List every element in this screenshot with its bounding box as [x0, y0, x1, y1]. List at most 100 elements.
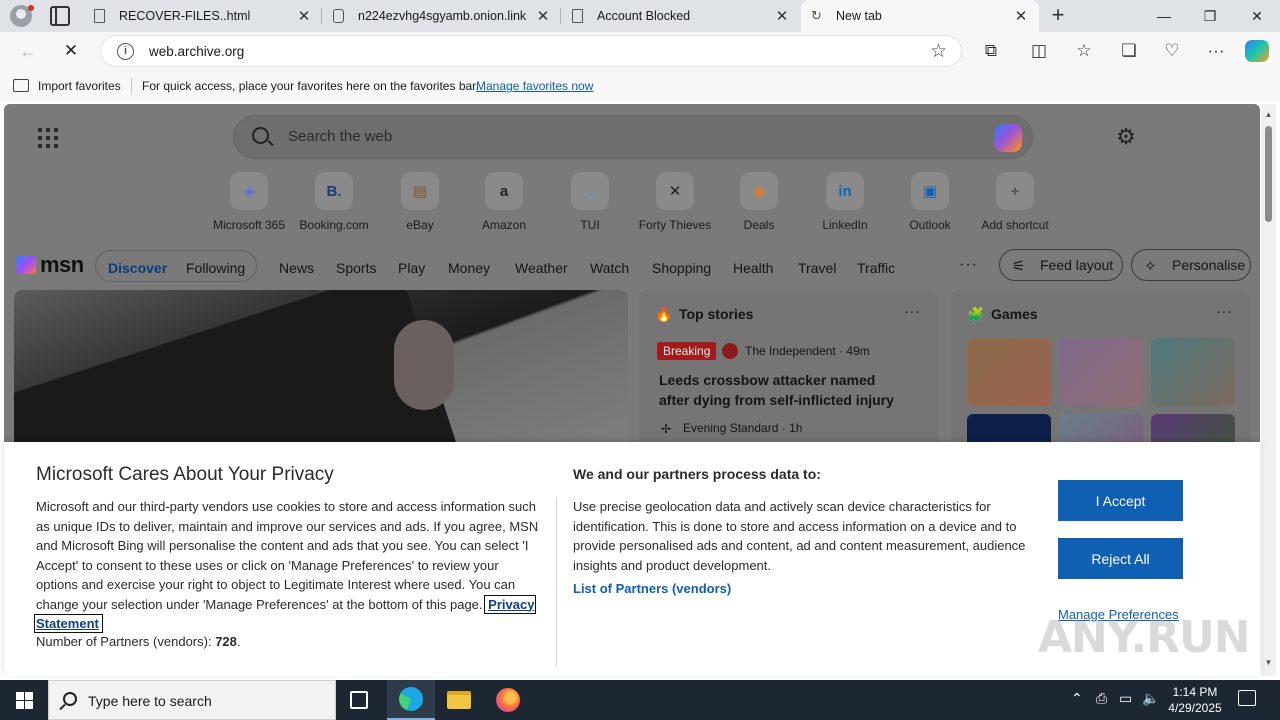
game-thumbnail[interactable]	[1059, 338, 1143, 406]
chevron-up-icon[interactable]: ⌃	[1071, 690, 1083, 707]
back-arrow-icon[interactable]: ←	[17, 40, 39, 62]
nav-item-health[interactable]: Health	[733, 260, 773, 276]
nav-item-travel[interactable]: Travel	[798, 260, 836, 276]
game-thumbnail[interactable]	[1151, 338, 1235, 406]
shortcut-tile[interactable]: ▣ Outlook	[885, 172, 975, 232]
task-view-icon[interactable]	[350, 691, 368, 709]
network-icon[interactable]: ▭	[1119, 690, 1132, 707]
puzzle-icon: 🧩	[967, 306, 985, 322]
shortcut-tile[interactable]: ✕ Forty Thieves	[630, 172, 720, 232]
browser-essentials-icon[interactable]: ♡	[1161, 40, 1183, 62]
network-device-icon[interactable]: ⎙	[1096, 690, 1107, 707]
shortcut-tile[interactable]: ◈ Microsoft 365	[204, 172, 294, 232]
more-icon[interactable]: ···	[904, 303, 921, 319]
collections-icon[interactable]: ❏	[1118, 40, 1140, 62]
app-launcher-icon[interactable]	[38, 128, 58, 148]
page-scrollbar[interactable]: ▲ ▼	[1261, 104, 1276, 676]
taskbar-search-box[interactable]: Type here to search	[48, 680, 336, 720]
scroll-thumb[interactable]	[1265, 126, 1272, 222]
nav-item-sports[interactable]: Sports	[336, 260, 376, 276]
shortcut-tile[interactable]: ◡ TUI	[545, 172, 635, 232]
search-input[interactable]	[288, 128, 888, 145]
url-text[interactable]: web.archive.org	[149, 44, 244, 59]
shortcut-tile[interactable]: + Add shortcut	[970, 172, 1060, 232]
gear-icon[interactable]: ⚙	[1115, 126, 1137, 148]
shortcut-icon: a	[485, 172, 523, 210]
shortcut-label: Forty Thieves	[638, 218, 712, 232]
copilot-icon[interactable]	[994, 124, 1022, 152]
address-bar[interactable]: i web.archive.org ☆	[100, 35, 962, 67]
feed-layout-button[interactable]: ⚟ Feed layout	[999, 249, 1123, 281]
tab-discover[interactable]: Discover	[108, 260, 167, 276]
taskbar-firefox[interactable]	[484, 680, 532, 720]
shortcut-icon: ◈	[230, 172, 268, 210]
shortcut-tile[interactable]: in LinkedIn	[800, 172, 890, 232]
firefox-icon	[496, 688, 520, 712]
nav-item-news[interactable]: News	[279, 260, 314, 276]
tab-onion-link[interactable]: n224ezvhg4sgyamb.onion.link ✕	[323, 0, 561, 32]
notification-dot	[28, 5, 34, 11]
stop-loading-icon[interactable]: ✕	[60, 40, 82, 62]
taskbar-edge[interactable]	[387, 680, 435, 720]
notifications-icon[interactable]	[1238, 690, 1256, 706]
more-icon[interactable]: ···	[1216, 303, 1233, 319]
restore-button[interactable]: ❐	[1187, 0, 1233, 32]
favorite-star-icon[interactable]: ☆	[930, 40, 947, 63]
import-favorites-button[interactable]: Import favorites	[38, 79, 121, 93]
taskbar-file-explorer[interactable]	[435, 680, 483, 720]
manage-favorites-link[interactable]: Manage favorites now	[476, 79, 593, 93]
tab-following[interactable]: Following	[186, 260, 245, 276]
shortcut-tile[interactable]: a Amazon	[459, 172, 549, 232]
shortcut-tile[interactable]: B. Booking.com	[289, 172, 379, 232]
hero-image[interactable]	[14, 290, 628, 450]
settings-more-icon[interactable]: ···	[1205, 40, 1227, 62]
site-info-icon[interactable]: i	[117, 43, 134, 60]
shortcut-icon: B.	[315, 172, 353, 210]
nav-item-money[interactable]: Money	[448, 260, 490, 276]
tab-close-icon[interactable]: ✕	[535, 7, 551, 25]
nav-item-watch[interactable]: Watch	[590, 260, 629, 276]
shortcut-tile[interactable]: ▤ eBay	[375, 172, 465, 232]
web-search-box[interactable]	[233, 115, 1033, 159]
extensions-icon[interactable]: ⧉	[980, 40, 1002, 62]
personalise-button[interactable]: ✧ Personalise	[1131, 249, 1251, 281]
tab-actions-icon[interactable]	[50, 6, 70, 26]
more-icon[interactable]: ···	[959, 256, 978, 274]
tab-close-icon[interactable]: ✕	[774, 7, 790, 25]
nav-item-play[interactable]: Play	[398, 260, 425, 276]
game-thumbnail[interactable]	[967, 338, 1051, 406]
privacy-title: Microsoft Cares About Your Privacy	[36, 464, 334, 485]
shortcut-tile[interactable]: ◆ Deals	[714, 172, 804, 232]
scroll-up-icon[interactable]: ▲	[1264, 110, 1273, 119]
split-screen-icon[interactable]: ◫	[1028, 40, 1050, 62]
nav-item-shopping[interactable]: Shopping	[652, 260, 711, 276]
minimize-button[interactable]: —	[1141, 0, 1187, 32]
reject-all-button[interactable]: Reject All	[1058, 538, 1183, 579]
favorites-icon[interactable]: ☆	[1073, 40, 1095, 62]
new-tab-button[interactable]: +	[1046, 4, 1070, 28]
story-source[interactable]: The Independent · 49m	[745, 344, 870, 358]
story-headline[interactable]: Leeds crossbow attacker named after dyin…	[659, 370, 909, 410]
page-icon	[333, 9, 344, 23]
tab-close-icon[interactable]: ✕	[1013, 7, 1029, 25]
list-of-partners-link[interactable]: List of Partners (vendors)	[573, 581, 731, 596]
nav-item-weather[interactable]: Weather	[515, 260, 568, 276]
msn-logo[interactable]: msn	[16, 252, 84, 278]
close-window-button[interactable]: ✕	[1234, 0, 1280, 32]
tab-recover-files[interactable]: RECOVER-FILES..html ✕	[84, 0, 322, 32]
tab-close-icon[interactable]: ✕	[296, 7, 312, 25]
accept-button[interactable]: I Accept	[1058, 480, 1183, 521]
scroll-down-icon[interactable]: ▼	[1264, 658, 1273, 667]
copilot-icon[interactable]	[1245, 40, 1269, 62]
story-source[interactable]: Evening Standard · 1h	[683, 421, 802, 435]
partners-count: 728	[215, 634, 237, 649]
nav-item-traffic[interactable]: Traffic	[857, 260, 895, 276]
tab-label: n224ezvhg4sgyamb.onion.link	[358, 9, 527, 23]
privacy-consent-dialog: Microsoft Cares About Your Privacy Micro…	[4, 442, 1260, 676]
tab-account-blocked[interactable]: Account Blocked ✕	[562, 0, 800, 32]
shortcut-icon: ◆	[740, 172, 778, 210]
system-clock[interactable]: 1:14 PM 4/29/2025	[1150, 684, 1240, 716]
tab-new-tab[interactable]: ↻ New tab ✕	[801, 0, 1039, 32]
windows-start-icon[interactable]	[16, 692, 33, 709]
shortcut-label: Microsoft 365	[212, 218, 286, 232]
